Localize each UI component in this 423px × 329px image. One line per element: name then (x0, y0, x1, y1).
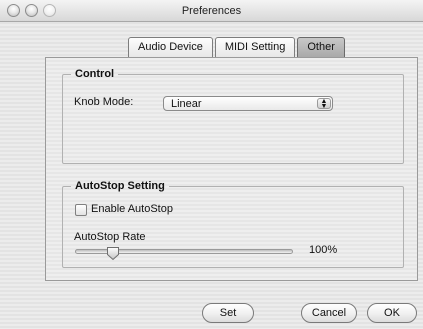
enable-autostop-checkbox[interactable] (75, 204, 87, 216)
autostop-rate-slider-thumb[interactable] (106, 246, 120, 261)
tab-midi-setting[interactable]: MIDI Setting (214, 37, 296, 58)
cancel-button[interactable]: Cancel (301, 303, 357, 323)
autostop-group: AutoStop Setting Enable AutoStop AutoSto… (62, 180, 404, 268)
control-group-legend: Control (75, 68, 115, 80)
knob-mode-value: Linear (171, 98, 202, 110)
control-group: Control Knob Mode: Linear ▲ ▼ (62, 68, 404, 164)
up-down-arrows-icon: ▲ ▼ (317, 98, 331, 110)
title-bar[interactable]: Preferences (0, 0, 423, 22)
tab-bar: Audio Device MIDI Setting Other (128, 37, 345, 58)
enable-autostop-label[interactable]: Enable AutoStop (91, 203, 173, 215)
tab-content-pane: Control Knob Mode: Linear ▲ ▼ AutoStop Se… (45, 57, 418, 281)
ok-button[interactable]: OK (367, 303, 417, 323)
set-button[interactable]: Set (202, 303, 254, 323)
autostop-rate-label: AutoStop Rate (74, 231, 146, 243)
knob-mode-select[interactable]: Linear ▲ ▼ (163, 96, 333, 111)
autostop-rate-value: 100% (309, 244, 338, 256)
window-title: Preferences (181, 5, 242, 17)
tab-audio-device[interactable]: Audio Device (128, 37, 213, 58)
knob-mode-label: Knob Mode: (74, 96, 134, 108)
tab-other[interactable]: Other (297, 37, 345, 58)
preferences-window: Preferences Audio Device MIDI Setting Ot… (0, 0, 423, 329)
autostop-group-legend: AutoStop Setting (75, 180, 165, 192)
